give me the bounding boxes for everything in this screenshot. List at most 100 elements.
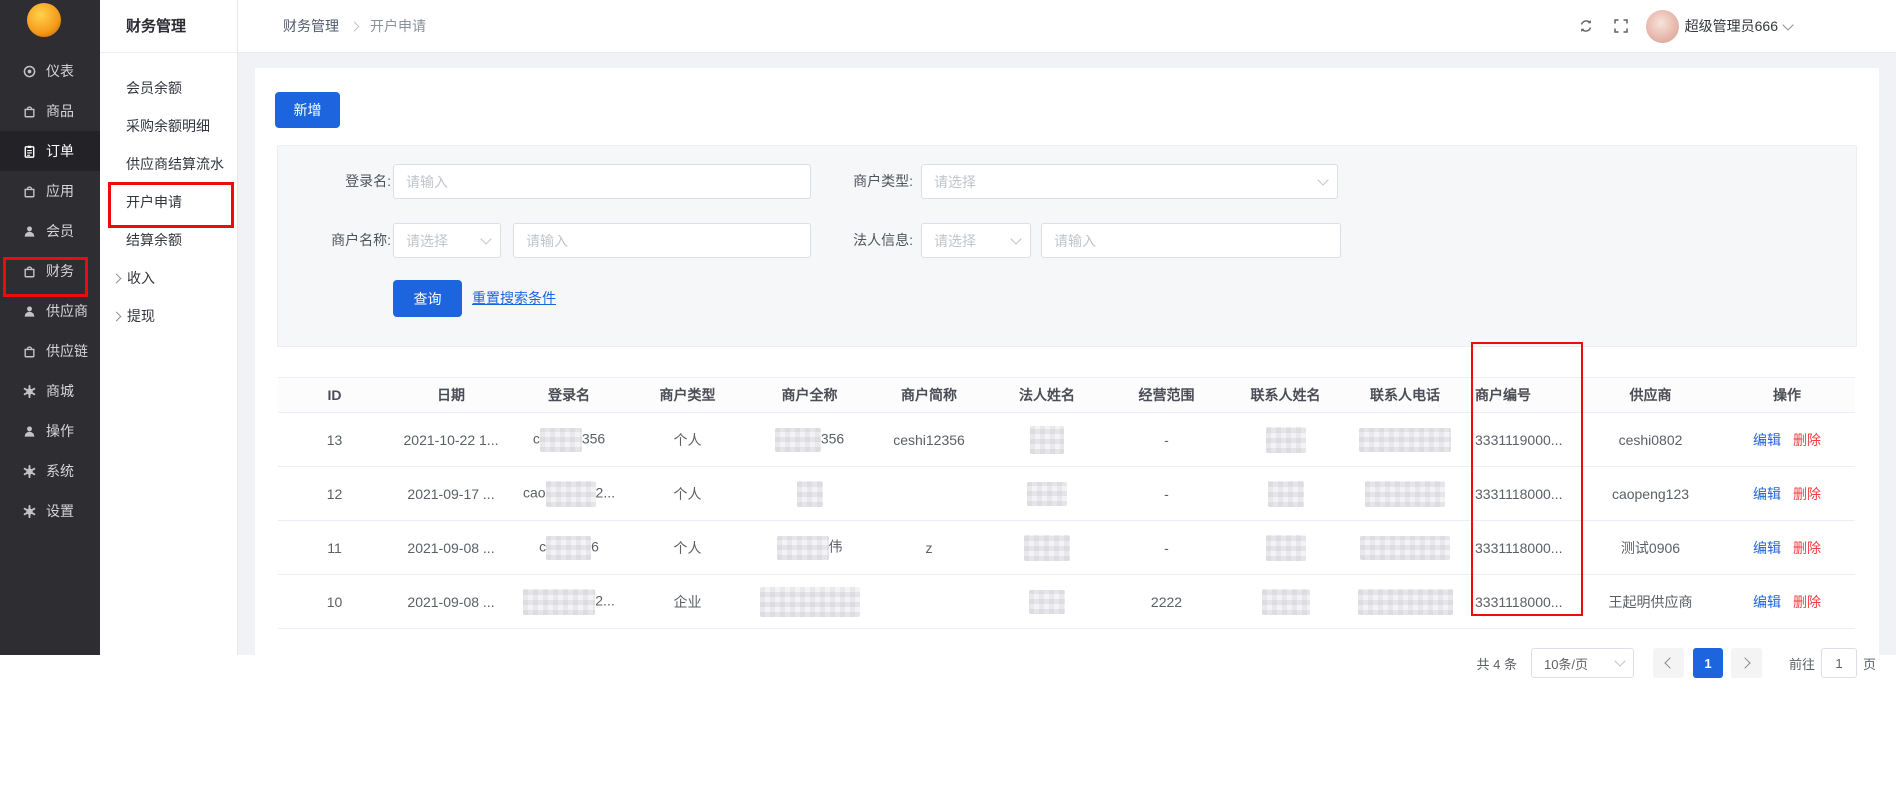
- submenu-item-供应商结算流水[interactable]: 供应商结算流水: [100, 145, 237, 183]
- sidebar-item-label: 系统: [46, 461, 74, 481]
- cell-联系人电话: [1345, 536, 1465, 560]
- cell-text: 伟: [829, 538, 843, 554]
- sidebar-item-label: 应用: [46, 181, 74, 201]
- workspace-avatar[interactable]: [27, 3, 61, 37]
- merchant-name-select[interactable]: 请选择: [393, 223, 501, 258]
- goto-page-input[interactable]: [1821, 648, 1857, 678]
- sidebar-item-商城[interactable]: 商城: [0, 371, 100, 411]
- cell-登录名: c356: [511, 428, 627, 452]
- cell-操作: 编辑删除: [1719, 592, 1855, 612]
- submenu-item-收入[interactable]: 收入: [100, 259, 237, 297]
- breadcrumb-finance[interactable]: 财务管理: [283, 16, 339, 36]
- submenu-item-采购余额明细[interactable]: 采购余额明细: [100, 107, 237, 145]
- redacted-blur: [1359, 428, 1451, 452]
- login-name-label: 登录名:: [278, 164, 391, 199]
- app-main: 仪表商品订单应用会员财务供应商供应链商城操作系统设置 财务管理 会员余额采购余额…: [0, 0, 1896, 655]
- column-header-登录名: 登录名: [511, 385, 627, 405]
- chevron-down-icon[interactable]: [1782, 19, 1793, 30]
- bag-icon: [22, 104, 37, 119]
- submenu-item-label: 会员余额: [126, 78, 182, 98]
- redacted-blur: [1024, 535, 1070, 561]
- legal-info-select[interactable]: 请选择: [921, 223, 1031, 258]
- page-size-select[interactable]: 10条/页: [1531, 648, 1634, 678]
- username[interactable]: 超级管理员666: [1685, 16, 1778, 36]
- pagination: 共 4 条 10条/页 1 前往 页: [1477, 648, 1877, 678]
- redacted-blur: [797, 481, 823, 507]
- table-body: 132021-10-22 1...c356个人356ceshi12356-333…: [278, 413, 1855, 629]
- sidebar-item-财务[interactable]: 财务: [0, 251, 100, 291]
- sidebar-item-应用[interactable]: 应用: [0, 171, 100, 211]
- delete-link[interactable]: 删除: [1793, 540, 1821, 556]
- submenu-item-提现[interactable]: 提现: [100, 297, 237, 335]
- merchant-type-select[interactable]: 请选择: [921, 164, 1338, 199]
- prev-page-button[interactable]: [1653, 648, 1684, 678]
- gear-icon: [22, 384, 37, 399]
- edit-link[interactable]: 编辑: [1753, 432, 1781, 448]
- redacted-blur: [1360, 536, 1450, 560]
- cell-商户编号: 3331119000...: [1465, 432, 1582, 448]
- redacted-blur: [1030, 426, 1064, 454]
- redacted-blur: [1365, 481, 1445, 507]
- submenu-item-会员余额[interactable]: 会员余额: [100, 69, 237, 107]
- gear-icon: [22, 504, 37, 519]
- sidebar-item-商品[interactable]: 商品: [0, 91, 100, 131]
- topbar-right: 超级管理员666: [1578, 10, 1792, 43]
- sidebar-item-label: 设置: [46, 501, 74, 521]
- sidebar-item-订单[interactable]: 订单: [0, 131, 100, 171]
- redacted-blur: [1358, 589, 1453, 615]
- breadcrumb-open-account: 开户申请: [370, 16, 426, 36]
- cell-商户类型: 个人: [627, 538, 748, 558]
- search-button[interactable]: 查询: [393, 280, 462, 317]
- gauge-icon: [22, 64, 37, 79]
- sidebar-item-会员[interactable]: 会员: [0, 211, 100, 251]
- edit-link[interactable]: 编辑: [1753, 594, 1781, 610]
- delete-link[interactable]: 删除: [1793, 432, 1821, 448]
- table-row: 102021-09-08 ...2...企业22223331118000...王…: [278, 575, 1855, 629]
- applications-table: ID日期登录名商户类型商户全称商户简称法人姓名经营范围联系人姓名联系人电话商户编…: [278, 377, 1855, 629]
- fullscreen-icon[interactable]: [1613, 18, 1629, 34]
- chevron-left-icon: [1664, 657, 1675, 668]
- legal-info-select-placeholder: 请选择: [934, 231, 976, 251]
- cell-text: cao: [523, 484, 546, 500]
- main-area: 财务管理 开户申请 超级管理员666: [238, 0, 1896, 655]
- edit-link[interactable]: 编辑: [1753, 486, 1781, 502]
- page-1-button[interactable]: 1: [1693, 648, 1723, 678]
- cell-法人姓名: [987, 426, 1107, 454]
- legal-info-label: 法人信息:: [713, 223, 913, 258]
- sidebar-item-供应链[interactable]: 供应链: [0, 331, 100, 371]
- breadcrumb-separator-icon: [350, 21, 360, 31]
- submenu-item-label: 结算余额: [126, 230, 182, 250]
- cell-日期: 2021-10-22 1...: [391, 432, 511, 448]
- sidebar-item-供应商[interactable]: 供应商: [0, 291, 100, 331]
- breadcrumb: 财务管理 开户申请: [283, 16, 426, 36]
- bag-icon: [22, 264, 37, 279]
- sidebar-item-设置[interactable]: 设置: [0, 491, 100, 531]
- merchant-type-label: 商户类型:: [713, 164, 913, 199]
- cell-法人姓名: [987, 590, 1107, 614]
- sidebar-item-系统[interactable]: 系统: [0, 451, 100, 491]
- legal-info-input[interactable]: [1041, 223, 1341, 258]
- user-icon: [22, 224, 37, 239]
- submenu-item-结算余额[interactable]: 结算余额: [100, 221, 237, 259]
- delete-link[interactable]: 删除: [1793, 486, 1821, 502]
- sidebar-item-操作[interactable]: 操作: [0, 411, 100, 451]
- column-header-商户简称: 商户简称: [871, 385, 987, 405]
- redacted-blur: [1262, 589, 1310, 615]
- submenu-item-开户申请[interactable]: 开户申请: [100, 183, 237, 221]
- submenu-title: 财务管理: [100, 0, 237, 53]
- cell-供应商: ceshi0802: [1582, 432, 1719, 448]
- next-page-button[interactable]: [1731, 648, 1762, 678]
- sidebar-item-仪表[interactable]: 仪表: [0, 51, 100, 91]
- user-avatar[interactable]: [1646, 10, 1679, 43]
- column-header-日期: 日期: [391, 385, 511, 405]
- cell-商户全称: [748, 587, 871, 617]
- edit-link[interactable]: 编辑: [1753, 540, 1781, 556]
- reset-search-link[interactable]: 重置搜索条件: [472, 288, 556, 308]
- page-content: 新增 登录名: 商户类型: 请选择 商户名称: 请选择: [238, 53, 1896, 655]
- goto-label: 前往: [1789, 654, 1815, 673]
- refresh-icon[interactable]: [1578, 18, 1594, 34]
- delete-link[interactable]: 删除: [1793, 594, 1821, 610]
- cell-商户全称: 356: [748, 428, 871, 452]
- cell-经营范围: 2222: [1107, 594, 1226, 610]
- add-button[interactable]: 新增: [275, 92, 340, 128]
